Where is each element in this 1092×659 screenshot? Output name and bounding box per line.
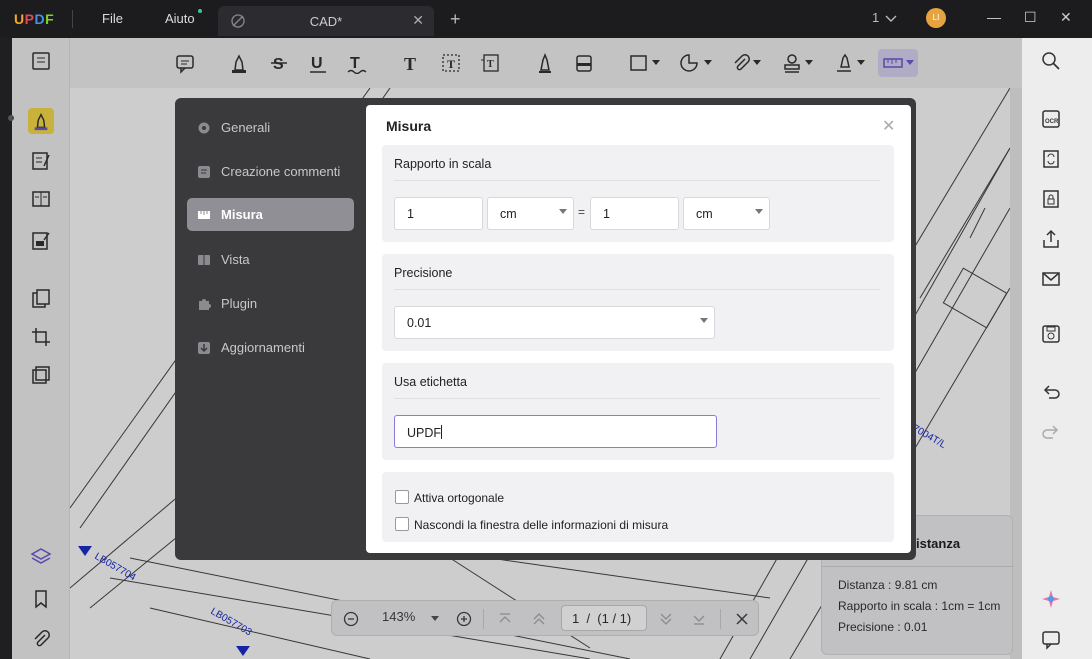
convert-icon[interactable] [1040,148,1062,170]
hide-info-label: Nascondi la finestra delle informazioni … [414,518,669,532]
label-section-title: Usa etichetta [394,375,467,389]
new-tab-icon[interactable]: + [450,9,461,30]
avatar[interactable]: LI [926,8,946,28]
share-icon[interactable] [1040,228,1062,250]
title-bar: UPDF File Aiuto CAD* ✕ + 1 LI — ☐ ✕ [0,0,1092,38]
panel-title: Misura [386,118,432,134]
orthogonal-checkbox[interactable] [395,490,409,504]
nav-label: Plugin [221,296,258,311]
protect-icon[interactable] [1040,188,1062,210]
chevron-down-icon[interactable] [884,12,898,26]
nav-creazione-commenti[interactable]: Creazione commenti [187,155,354,188]
undo-icon[interactable] [1040,381,1062,403]
chevron-down-icon [755,209,763,214]
chat-icon[interactable] [1040,628,1062,650]
scale-right-value-input[interactable]: 1 [590,197,679,230]
view-icon [198,255,210,265]
divider [394,398,880,399]
divider [394,180,880,181]
chevron-down-icon [559,209,567,214]
scale-section-title: Rapporto in scala [394,157,492,171]
hide-info-checkbox[interactable] [395,517,409,531]
svg-text:OCR: OCR [1045,119,1059,125]
maximize-icon[interactable]: ☐ [1024,9,1037,26]
close-window-icon[interactable]: ✕ [1060,9,1072,26]
email-icon[interactable] [1040,268,1062,290]
nav-label: Generali [221,120,271,135]
nav-label: Misura [221,207,263,222]
ai-assistant-icon[interactable] [1040,588,1062,610]
nav-label: Creazione commenti [221,164,341,179]
ruler-icon [198,211,210,219]
precision-section-title: Precisione [394,266,453,280]
nav-misura[interactable]: Misura [187,198,354,231]
text-cursor [441,425,443,439]
nav-plugin[interactable]: Plugin [187,287,354,320]
scale-right-unit-select[interactable]: cm [683,197,770,230]
right-sidebar: OCR [1022,38,1092,659]
tab-title: CAD* [309,14,343,29]
search-icon[interactable] [1040,50,1062,72]
scale-left-unit-select[interactable]: cm [487,197,574,230]
orthogonal-label: Attiva ortogonale [414,491,505,505]
nav-vista[interactable]: Vista [187,243,354,276]
equals-sign: = [578,205,586,219]
download-icon [198,342,210,354]
gear-icon [198,122,210,134]
label-input[interactable]: UPDF [394,415,717,448]
menu-help[interactable]: Aiuto [165,11,195,26]
scale-left-value-input[interactable]: 1 [394,197,483,230]
nav-aggiornamenti[interactable]: Aggiornamenti [187,331,354,364]
nav-generali[interactable]: Generali [187,111,354,144]
redo-icon[interactable] [1040,421,1062,443]
divider [72,10,73,28]
nav-label: Aggiornamenti [221,340,305,355]
puzzle-icon [199,299,211,310]
close-icon[interactable]: ✕ [882,116,895,136]
menu-file[interactable]: File [102,11,123,26]
chevron-down-icon [700,318,708,323]
nav-label: Vista [221,252,250,267]
ocr-icon[interactable]: OCR [1040,108,1062,130]
document-tab[interactable]: CAD* ✕ [218,6,434,36]
save-icon[interactable] [1040,323,1062,345]
page-indicator[interactable]: 1 [872,10,879,25]
precision-select[interactable]: 0.01 [394,306,715,339]
minimize-icon[interactable]: — [987,9,1001,25]
divider [394,289,880,290]
updf-logo: UPDF [14,11,55,27]
close-tab-icon[interactable]: ✕ [412,12,424,29]
comment-icon [198,166,210,178]
notification-dot [198,9,202,13]
